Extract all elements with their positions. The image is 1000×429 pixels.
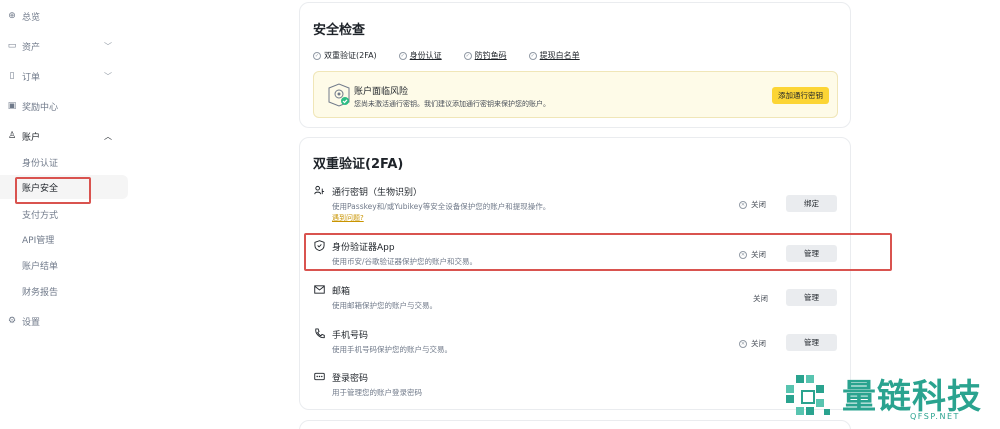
check-2fa[interactable]: ✓ 双重验证(2FA) — [313, 50, 377, 61]
wallet-icon: ▭ — [7, 41, 17, 51]
sidebar-item-rewards[interactable]: ▣ 奖励中心 — [0, 94, 128, 118]
row-title: 手机号码 — [332, 331, 369, 341]
settings-icon: ⚙ — [7, 316, 17, 326]
dashboard-icon: ⊕ — [8, 11, 16, 21]
status-badge: ✕ 关闭 — [739, 338, 766, 349]
highlight-box — [15, 177, 91, 204]
row-description: 用于管理您的账户登录密码 — [332, 388, 422, 397]
check-label: 双重验证(2FA) — [324, 51, 377, 60]
sidebar-item-label: 账户 — [22, 132, 41, 143]
sidebar-item-overview[interactable]: ⊕ 总览 — [0, 4, 128, 28]
sidebar-subitem-label: 身份认证 — [22, 158, 59, 169]
sidebar-subitem-label: 财务报告 — [22, 287, 59, 298]
bind-button[interactable]: 绑定 — [786, 195, 837, 212]
row-description: 使用邮箱保护您的账户与交易。 — [332, 301, 437, 310]
check-label: 提现白名单 — [539, 51, 580, 60]
row-description: 使用Passkey和/或Yubikey等安全设备保护您的账户和提现操作。 — [332, 202, 551, 211]
twofa-row-passkey: 通行密钥（生物识别） 使用Passkey和/或Yubikey等安全设备保护您的账… — [313, 182, 838, 222]
passkey-icon — [314, 185, 325, 195]
watermark-logo-icon — [786, 375, 830, 415]
row-title: 登录密码 — [332, 374, 369, 384]
watermark-subtext: QFSP.NET — [910, 412, 960, 421]
chevron-up-icon: ︿ — [104, 131, 112, 141]
status-badge: 关闭 — [753, 293, 768, 304]
user-icon: ♙ — [7, 131, 17, 141]
status-badge: ✕ 关闭 — [739, 199, 766, 210]
warning-title: 账户面临风险 — [354, 87, 409, 97]
check-circle-icon: ✓ — [528, 51, 537, 60]
twofa-row-email: 邮箱 使用邮箱保护您的账户与交易。 关闭 管理 — [313, 281, 838, 321]
highlight-box — [304, 233, 892, 271]
check-whitelist[interactable]: ✓ 提现白名单 — [528, 50, 580, 61]
add-passkey-button[interactable]: 添加通行密钥 — [772, 87, 829, 104]
sidebar-item-settings[interactable]: ⚙ 设置 — [0, 309, 128, 333]
sidebar-item-label: 设置 — [22, 317, 41, 328]
row-title: 邮箱 — [332, 287, 351, 297]
sidebar-item-label: 资产 — [22, 42, 41, 53]
check-identity[interactable]: ✓ 身份认证 — [398, 50, 442, 61]
sidebar-subitem-api[interactable]: API管理 — [0, 227, 128, 251]
mail-icon — [314, 285, 325, 294]
twofa-row-password: 登录密码 用于管理您的账户登录密码 — [313, 368, 838, 408]
sidebar-item-label: 总览 — [22, 12, 41, 23]
row-description: 使用手机号码保护您的账户与交易。 — [332, 345, 452, 354]
sidebar-subitem-payment[interactable]: 支付方式 — [0, 202, 128, 226]
sidebar-item-orders[interactable]: ▯ 订单 ﹀ — [0, 64, 128, 88]
watermark-text: 量链科技 — [842, 377, 982, 417]
off-status-icon: ✕ — [739, 339, 747, 348]
check-antiphishing[interactable]: ✓ 防钓鱼码 — [463, 50, 507, 61]
sidebar-item-label: 订单 — [22, 72, 41, 83]
manage-button[interactable]: 管理 — [786, 334, 837, 351]
status-text: 关闭 — [751, 200, 766, 209]
sidebar-subitem-statements[interactable]: 账户结单 — [0, 253, 128, 277]
phone-icon — [315, 328, 325, 339]
reward-icon: ▣ — [7, 101, 17, 111]
security-check-card: 安全检查 ✓ 双重验证(2FA) ✓ 身份认证 ✓ 防钓鱼码 ✓ 提现白名单 账… — [299, 2, 851, 128]
check-circle-icon: ✓ — [313, 51, 321, 60]
sidebar-subitem-label: 支付方式 — [22, 210, 59, 221]
status-text: 关闭 — [751, 339, 766, 348]
sidebar-subitem-label: 账户结单 — [22, 261, 59, 272]
sidebar-subitem-identity[interactable]: 身份认证 — [0, 150, 128, 174]
check-label: 身份认证 — [409, 51, 442, 60]
order-icon: ▯ — [9, 71, 15, 81]
sidebar-subitem-label: API管理 — [22, 235, 55, 246]
check-label: 防钓鱼码 — [474, 51, 507, 60]
off-status-icon: ✕ — [739, 200, 747, 209]
section-title: 双重验证(2FA) — [313, 157, 404, 172]
help-link[interactable]: 遇到问题? — [332, 213, 364, 223]
check-circle-icon: ✓ — [398, 51, 407, 60]
page-title: 安全检查 — [313, 23, 366, 38]
next-section-card — [299, 420, 851, 429]
chevron-down-icon: ﹀ — [104, 71, 112, 81]
risk-warning-banner: 账户面临风险 您尚未激活通行密钥。我们建议添加通行密钥来保护您的账户。 添加通行… — [313, 71, 838, 118]
passkey-warning-icon — [328, 83, 350, 107]
watermark: 量链科技 QFSP.NET — [782, 369, 1000, 429]
sidebar-item-assets[interactable]: ▭ 资产 ﹀ — [0, 34, 128, 58]
twofa-card: 双重验证(2FA) 通行密钥（生物识别） 使用Passkey和/或Yubikey… — [299, 137, 851, 410]
password-icon — [314, 372, 325, 381]
manage-button[interactable]: 管理 — [786, 289, 837, 306]
chevron-down-icon: ﹀ — [104, 41, 112, 51]
row-title: 通行密钥（生物识别） — [332, 188, 423, 198]
sidebar-item-account[interactable]: ♙ 账户 ︿ — [0, 124, 128, 148]
security-check-list: ✓ 双重验证(2FA) ✓ 身份认证 ✓ 防钓鱼码 ✓ 提现白名单 — [313, 50, 602, 61]
sidebar-subitem-reports[interactable]: 财务报告 — [0, 279, 128, 303]
check-circle-icon: ✓ — [463, 51, 472, 60]
warning-description: 您尚未激活通行密钥。我们建议添加通行密钥来保护您的账户。 — [354, 100, 550, 108]
twofa-row-phone: 手机号码 使用手机号码保护您的账户与交易。 ✕ 关闭 管理 — [313, 325, 838, 365]
status-text: 关闭 — [753, 294, 768, 303]
sidebar: ⊕ 总览 ▭ 资产 ﹀ ▯ 订单 ﹀ ▣ 奖励中心 ♙ 账户 ︿ 身份认证 账户… — [0, 0, 130, 429]
sidebar-item-label: 奖励中心 — [22, 102, 59, 113]
